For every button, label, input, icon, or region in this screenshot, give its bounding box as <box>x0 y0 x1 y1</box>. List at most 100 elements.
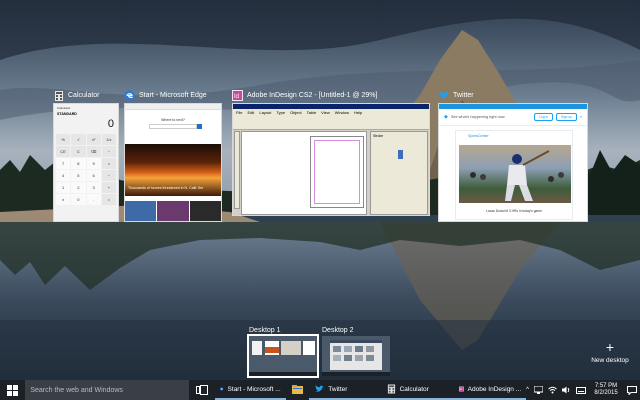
calculator-key: 4 <box>56 170 71 181</box>
calculator-key: √ <box>71 134 86 145</box>
indesign-window[interactable]: Id Adobe InDesign CS2 - [Untitled-1 @ 29… <box>232 88 430 216</box>
indesign-menu-item: Window <box>334 110 350 115</box>
twitter-window[interactable]: Twitter ◆ See what's happening right now… <box>438 88 588 222</box>
calculator-window-header: Calculator <box>53 88 119 103</box>
indesign-toolbox <box>234 131 240 209</box>
volume-icon[interactable] <box>562 386 571 394</box>
calculator-key: ⌫ <box>86 146 101 157</box>
twitter-search-icon: ⌕ <box>579 115 582 119</box>
task-view-button[interactable] <box>189 380 215 400</box>
calculator-key: ÷ <box>101 146 116 157</box>
file-explorer-icon <box>291 384 303 394</box>
edge-window-title: Start - Microsoft Edge <box>139 92 207 99</box>
twitter-thumbnail[interactable]: ◆ See what's happening right now Log in … <box>438 103 588 222</box>
calculator-key: 3 <box>86 182 101 193</box>
edge-search-box <box>149 124 202 129</box>
tweet-caption: Lucas Duda hit 3 HRs in today's game <box>486 209 542 213</box>
calculator-key: C <box>71 146 86 157</box>
indesign-menu-item: Edit <box>247 110 255 115</box>
taskbar-app-indesign-label: Adobe InDesign ... <box>467 385 522 393</box>
notification-icon <box>627 385 637 395</box>
taskbar-app-indesign[interactable]: Id Adobe InDesign ... <box>453 380 527 400</box>
taskbar-app-calculator-label: Calculator <box>399 385 429 393</box>
indesign-icon: Id <box>232 90 243 101</box>
indesign-menu-item: Type <box>276 110 286 115</box>
edge-news-tiles <box>125 201 221 221</box>
calculator-keypad: % √ x² 1/x CE C ⌫ ÷ 7 8 9 × 4 5 6− 1 2 3 + ±0. = <box>54 134 118 205</box>
calculator-key: 0 <box>71 194 86 205</box>
start-button[interactable] <box>0 380 25 400</box>
calculator-key: 6 <box>86 170 101 181</box>
clock-date: 8/2/2015 <box>594 390 618 396</box>
indesign-panels: Stroke <box>370 131 428 215</box>
calculator-icon <box>387 384 395 394</box>
taskbar-app-edge[interactable]: Start - Microsoft ... <box>215 380 286 400</box>
system-tray: ^ 7:57 PM 8/2/2015 <box>526 380 640 400</box>
taskbar: Search the web and Windows Start - Micro… <box>0 380 640 400</box>
indesign-icon: Id <box>458 386 464 392</box>
taskbar-clock[interactable]: 7:57 PM 8/2/2015 <box>591 383 621 397</box>
calculator-app-label: Calculator <box>57 106 71 110</box>
new-desktop-button[interactable]: + New desktop <box>584 340 636 364</box>
task-view-icon <box>196 385 209 395</box>
calculator-key: × <box>101 158 116 169</box>
indesign-thumbnail[interactable]: File Edit Layout Type Object Table View Window H… <box>232 103 430 216</box>
network-icon[interactable] <box>534 386 543 394</box>
svg-text:Id: Id <box>234 94 239 100</box>
twitter-login-button[interactable]: Log in <box>534 113 554 121</box>
twitter-window-header: Twitter <box>438 88 588 103</box>
desktop-2-label: Desktop 2 <box>322 327 354 334</box>
calculator-key: CE <box>56 146 71 157</box>
calculator-thumbnail[interactable]: Calculator STANDARD 0 % √ x² 1/x CE C ⌫ ÷ 7 8 9 × 4 5… <box>53 103 119 222</box>
taskbar-app-file-explorer[interactable] <box>286 380 310 400</box>
indesign-window-header: Id Adobe InDesign CS2 - [Untitled-1 @ 29… <box>232 88 430 103</box>
clock-time: 7:57 PM <box>594 383 618 389</box>
show-hidden-icons-button[interactable]: ^ <box>526 387 529 393</box>
wifi-icon[interactable] <box>548 386 557 394</box>
taskbar-app-calculator[interactable]: Calculator <box>381 380 454 400</box>
calculator-key: % <box>56 134 71 145</box>
edge-window[interactable]: Start - Microsoft Edge Where to next? Th… <box>124 88 222 222</box>
taskbar-app-twitter[interactable]: Twitter <box>309 380 382 400</box>
calculator-icon <box>53 90 64 101</box>
indesign-menubar: File Edit Layout Type Object Table View Window H… <box>233 109 429 116</box>
twitter-header: ◆ See what's happening right now Log in … <box>439 109 587 126</box>
action-center-button[interactable] <box>626 384 638 396</box>
calculator-key: x² <box>86 134 101 145</box>
edge-window-header: Start - Microsoft Edge <box>124 88 222 103</box>
edge-icon <box>220 387 224 391</box>
calculator-key: 5 <box>71 170 86 181</box>
new-desktop-label: New desktop <box>591 357 629 364</box>
tweet-photo <box>459 145 571 203</box>
indesign-menu-item: View <box>321 110 330 115</box>
calculator-key: 2 <box>71 182 86 193</box>
indesign-menu-item: Help <box>354 110 363 115</box>
tweet-card: SportsCenter Lucas Duda hit 3 HRs in tod… <box>455 130 573 220</box>
twitter-signup-button[interactable]: Sign up <box>556 113 577 121</box>
taskbar-app-twitter-label: Twitter <box>328 385 348 393</box>
calculator-key: 8 <box>71 158 86 169</box>
calculator-display: 0 <box>107 118 114 130</box>
taskbar-search-box[interactable]: Search the web and Windows <box>25 380 189 400</box>
desktop-2-thumbnail[interactable] <box>322 336 390 376</box>
desktop-1-switcher[interactable]: Desktop 1 <box>247 325 319 378</box>
calculator-window-title: Calculator <box>68 92 100 99</box>
keyboard-icon[interactable] <box>576 386 586 394</box>
calculator-window[interactable]: Calculator Calculator STANDARD 0 % √ x² 1/x… <box>53 88 119 222</box>
edge-thumbnail[interactable]: Where to next? Thousands of homes threat… <box>124 103 222 222</box>
calculator-key: ± <box>56 194 71 205</box>
indesign-stroke-panel-label: Stroke <box>373 134 384 138</box>
indesign-control-bar <box>233 116 429 130</box>
indesign-page <box>310 136 364 208</box>
desktop-1-label: Desktop 1 <box>249 327 281 334</box>
calculator-key: + <box>101 182 116 193</box>
indesign-menu-item: File <box>236 110 243 115</box>
calculator-key: 1/x <box>101 134 116 145</box>
desktop-2-switcher[interactable]: Desktop 2 <box>322 325 390 376</box>
desktop-1-thumbnail[interactable] <box>247 334 319 378</box>
twitter-icon <box>315 385 324 392</box>
indesign-panel-swatch <box>398 150 403 159</box>
indesign-menu-item: Table <box>306 110 317 115</box>
indesign-canvas <box>241 131 367 215</box>
virtual-desktops-bar <box>0 320 640 380</box>
